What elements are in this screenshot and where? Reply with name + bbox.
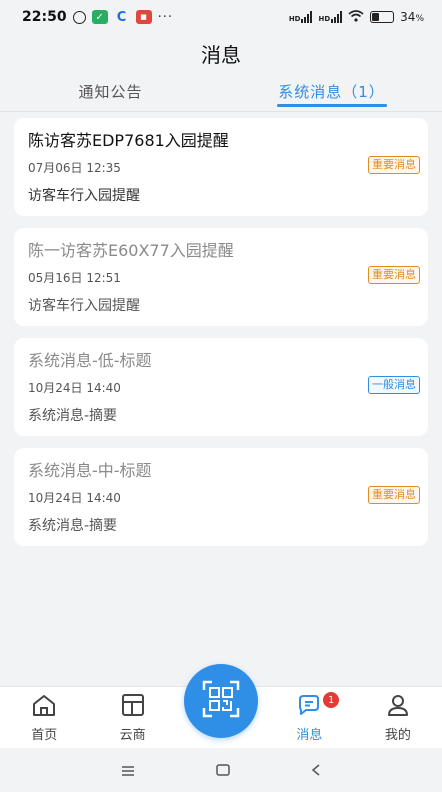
active-tab-indicator — [276, 104, 387, 107]
priority-badge: 重要消息 — [368, 486, 420, 504]
message-list: 陈访客苏EDP7681入园提醒 07月06日 12:35 访客车行入园提醒 重要… — [14, 118, 428, 558]
alarm-icon — [72, 10, 86, 24]
message-title: 系统消息-中-标题 — [28, 461, 152, 480]
message-bubble-icon — [296, 693, 322, 721]
tab-system-messages[interactable]: 系统消息（1） — [221, 72, 442, 111]
shield-app-icon: ✓ — [91, 10, 108, 24]
tabbar-home[interactable]: 首页 — [0, 687, 88, 748]
priority-badge: 重要消息 — [368, 156, 420, 174]
status-time: 22:50 — [22, 9, 67, 25]
network-label-2: HD — [318, 15, 331, 23]
message-title: 陈一访客苏E60X77入园提醒 — [28, 241, 234, 260]
message-title: 陈访客苏EDP7681入园提醒 — [28, 131, 229, 150]
layout-icon — [121, 693, 145, 721]
tabbar-mine[interactable]: 我的 — [354, 687, 442, 748]
tab-notices-label: 通知公告 — [78, 83, 143, 101]
message-time: 07月06日 12:35 — [28, 161, 121, 175]
message-time: 10月24日 14:40 — [28, 491, 121, 505]
unread-count-badge: 1 — [323, 692, 340, 708]
battery-percent: 34% — [400, 10, 424, 24]
qr-scan-icon — [201, 679, 241, 723]
priority-badge: 重要消息 — [368, 266, 420, 284]
message-card[interactable]: 陈一访客苏E60X77入园提醒 05月16日 12:51 访客车行入园提醒 重要… — [14, 228, 428, 326]
tabbar-home-label: 首页 — [31, 727, 58, 743]
scan-button[interactable] — [184, 664, 258, 738]
status-bar: 22:50 ✓ C ■ ··· HD HD 34% — [0, 0, 442, 34]
message-card[interactable]: 陈访客苏EDP7681入园提醒 07月06日 12:35 访客车行入园提醒 重要… — [14, 118, 428, 216]
tabbar-messages-label: 消息 — [296, 727, 323, 743]
more-notifications-icon: ··· — [157, 9, 173, 25]
message-summary: 访客车行入园提醒 — [28, 188, 140, 204]
tabbar-cloud-label: 云商 — [119, 727, 146, 743]
message-card[interactable]: 系统消息-低-标题 10月24日 14:40 系统消息-摘要 一般消息 — [14, 338, 428, 436]
priority-badge: 一般消息 — [368, 376, 420, 394]
menu-nav-button[interactable] — [121, 761, 135, 780]
message-time: 05月16日 12:51 — [28, 271, 121, 285]
message-summary: 系统消息-摘要 — [28, 518, 118, 534]
message-title: 系统消息-低-标题 — [28, 351, 152, 370]
home-nav-button[interactable] — [216, 761, 230, 780]
user-icon — [386, 693, 410, 721]
message-time: 10月24日 14:40 — [28, 381, 121, 395]
home-icon — [31, 693, 57, 721]
message-summary: 系统消息-摘要 — [28, 408, 118, 424]
news-app-icon: ■ — [135, 10, 152, 24]
message-card[interactable]: 系统消息-中-标题 10月24日 14:40 系统消息-摘要 重要消息 — [14, 448, 428, 546]
tabbar-messages[interactable]: 1 消息 — [265, 687, 353, 748]
tabbar-mine-label: 我的 — [384, 727, 411, 743]
signal-icon-2: HD — [318, 11, 343, 23]
tab-system-messages-label: 系统消息（1） — [278, 83, 385, 101]
back-nav-button[interactable] — [311, 761, 321, 780]
browser-app-icon: C — [116, 9, 127, 25]
wifi-icon — [348, 9, 364, 25]
page-title: 消息 — [201, 42, 241, 67]
network-label-1: HD — [288, 15, 301, 23]
battery-icon — [370, 11, 395, 23]
system-nav-bar — [0, 748, 442, 792]
tab-notices[interactable]: 通知公告 — [0, 72, 221, 111]
tabbar-cloud[interactable]: 云商 — [88, 687, 176, 748]
message-summary: 访客车行入园提醒 — [28, 298, 140, 314]
message-tabs: 通知公告 系统消息（1） — [0, 72, 442, 112]
signal-icon-1: HD — [289, 11, 313, 23]
